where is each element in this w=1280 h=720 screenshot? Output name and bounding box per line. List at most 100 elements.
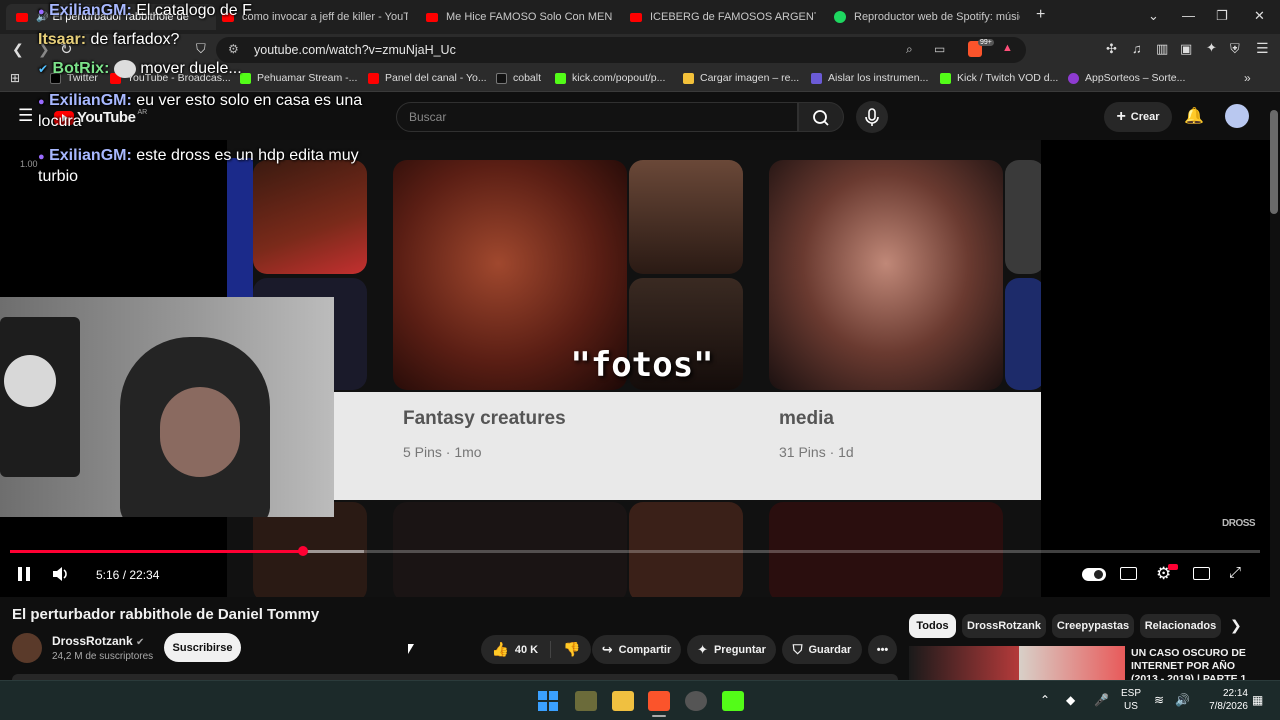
like-button[interactable]: 👍 40 K [491,641,552,658]
rewards-icon[interactable]: ▲ [1002,42,1013,54]
extensions-icon[interactable]: ✣ [1106,41,1117,57]
chat-text: eu ver esto solo en casa es una [136,92,363,109]
tab-item[interactable]: Me Hice FAMOSO Solo Con MENTIR [422,4,612,30]
more-horizontal-icon: ••• [876,643,889,656]
autoplay-toggle[interactable] [1082,568,1106,581]
bookmark-item[interactable]: Cargar imagen – re... [683,72,799,84]
cast-icon[interactable]: ▭ [934,42,945,56]
chat-text: El catalogo de F [136,2,252,19]
bookmark-icon[interactable]: ⛉ [196,41,206,57]
wallet-icon[interactable]: ▣ [1180,41,1192,57]
video-caption: "fotos" [570,345,714,385]
video-player[interactable]: Fantasy creatures 5 Pins · 1mo media 31 … [0,140,1270,597]
chip-todos[interactable]: Todos [909,614,956,638]
speaker-icon[interactable]: 🔊 [1175,693,1190,707]
brave-browser-icon[interactable] [648,691,670,711]
keyboard-layout[interactable]: US [1118,701,1144,712]
ask-button[interactable]: ✦ Preguntar [687,635,776,664]
chat-message: ● ExilianGM: El catalogo de F [38,2,252,19]
file-explorer-icon[interactable] [612,691,634,711]
create-button[interactable]: + Crear [1104,102,1172,132]
miniplayer-icon[interactable] [1193,567,1210,580]
voice-search-button[interactable] [856,101,888,133]
chat-badge-icon: ● [38,96,45,108]
subscribe-button[interactable]: Suscribirse [164,633,241,662]
more-actions-button[interactable]: ••• [868,635,897,664]
bookmark-item[interactable]: Aislar los instrumen... [811,72,928,84]
apps-grid-icon[interactable]: ⊞ [10,71,20,85]
pause-button[interactable] [16,566,32,587]
windows-start-icon[interactable] [538,691,558,711]
search-input[interactable]: Buscar [396,102,798,132]
tab-label: Me Hice FAMOSO Solo Con MENTIR [446,11,612,23]
more-bookmarks-icon[interactable]: » [1244,71,1251,85]
bookmark-item[interactable]: Panel del canal - Yo... [368,72,487,84]
clock-date[interactable]: 7/8/2026 [1196,701,1248,712]
notifications-bell-icon[interactable]: 🔔 [1184,106,1204,126]
bookmark-item[interactable]: kick.com/popout/p... [555,72,665,84]
restore-icon[interactable]: ❐ [1216,8,1228,24]
chat-message: ● ExilianGM: este dross es un hdp edita … [38,147,359,185]
bookmark-item[interactable]: Pehuamar Stream -... [240,72,357,84]
music-icon[interactable]: ♫ [1132,41,1142,56]
back-icon[interactable]: ❮ [12,41,24,58]
toggle-knob [1094,570,1103,579]
zoom-icon[interactable]: ⌕ [906,42,913,57]
channel-name[interactable]: DrossRotzank ✔ [52,634,144,648]
menu-icon[interactable]: ☰ [1256,40,1269,57]
new-tab-icon[interactable]: + [1036,6,1045,24]
board-meta: 5 Pins · 1mo [403,444,482,460]
youtube-favicon-icon [16,12,28,22]
related-video-thumbnail[interactable] [909,646,1125,680]
time-display: 5:16 / 22:34 [96,568,160,582]
bookmark-label: Panel del canal - Yo... [385,72,487,84]
related-video-title[interactable]: UN CASO OSCURO DE INTERNET POR AÑO (2013… [1131,647,1261,680]
url-field[interactable]: ⚙ youtube.com/watch?v=zmuNjaH_Uc ⌕ ▭ 99+… [216,37,1026,63]
tray-chevron-up-icon[interactable]: ⌃ [1040,693,1050,707]
chat-message: Itsaar: de farfadox? [38,31,180,48]
sidebar-icon[interactable]: ▥ [1156,41,1168,57]
app-icon[interactable] [575,691,597,711]
close-icon[interactable]: ✕ [1254,8,1265,24]
volume-button[interactable] [52,566,70,587]
channel-avatar[interactable] [12,633,42,663]
site-info-icon[interactable]: ⚙ [228,42,239,56]
share-button[interactable]: ↪ Compartir [592,635,681,664]
bookmark-item[interactable]: Kick / Twitch VOD d... [940,72,1058,84]
chevron-right-icon[interactable]: ❯ [1230,617,1242,634]
tray-app-icon[interactable]: ◆ [1066,693,1075,707]
user-avatar[interactable] [1225,104,1249,128]
chip-related[interactable]: Relacionados [1140,614,1221,638]
tray-mic-icon[interactable]: 🎤 [1094,693,1109,707]
bookmark-item[interactable]: cobalt [496,72,541,84]
chevron-down-icon[interactable]: ⌄ [1148,8,1159,24]
chip-creepypastas[interactable]: Creepypastas [1052,614,1134,638]
kick-app-icon[interactable] [722,691,744,711]
page-scrollbar-thumb[interactable] [1270,110,1278,214]
leo-ai-icon[interactable]: ✦ [1206,40,1217,56]
obs-icon[interactable] [685,691,707,711]
search-button[interactable] [798,102,844,132]
language-indicator[interactable]: ESP [1118,688,1144,699]
person-face [160,387,240,477]
vpn-icon[interactable]: ⛨ [1230,41,1240,57]
hamburger-menu-icon[interactable]: ☰ [18,106,33,126]
tab-item[interactable]: ICEBERG de FAMOSOS ARGENTINOS [626,4,816,30]
chip-channel[interactable]: DrossRotzank [962,614,1046,638]
tab-item[interactable]: Reproductor web de Spotify: música [830,4,1020,30]
thumbs-down-icon[interactable]: 👎 [557,641,580,658]
save-button[interactable]: ⛉ Guardar [782,635,862,664]
chat-text: turbio [38,168,79,185]
subscriber-count: 24,2 M de suscriptores [52,651,154,662]
minimize-icon[interactable]: — [1182,8,1195,23]
fullscreen-icon[interactable]: ⤢ [1229,564,1241,581]
clock-time[interactable]: 22:14 [1196,688,1248,699]
bookmark-item[interactable]: AppSorteos – Sorte... [1068,72,1185,84]
bookmark-label: Pehuamar Stream -... [257,72,358,84]
notification-center-icon[interactable]: ▦ [1252,693,1263,707]
trollface-emote-icon [113,59,136,78]
progress-bar[interactable] [10,546,1260,556]
subtitles-icon[interactable] [1120,567,1137,580]
wifi-icon[interactable]: ≋ [1154,693,1164,707]
tab-label: Reproductor web de Spotify: música [854,11,1020,23]
